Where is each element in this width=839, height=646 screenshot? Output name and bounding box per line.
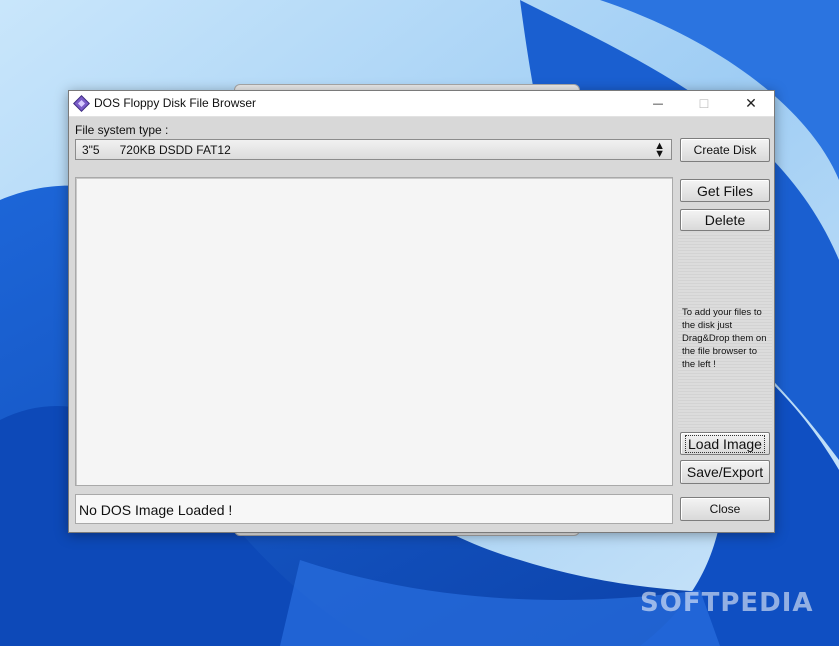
save-export-button[interactable]: Save/Export (680, 460, 770, 484)
window-title: DOS Floppy Disk File Browser (94, 96, 257, 110)
title-bar[interactable]: DOS Floppy Disk File Browser — ☐ ✕ (69, 91, 774, 117)
load-image-label: Load Image (685, 434, 765, 453)
load-image-button[interactable]: Load Image (680, 432, 770, 455)
maximize-icon: ☐ (698, 96, 710, 111)
client-area: File system type : 3"5 720KB DSDD FAT12 … (69, 117, 774, 532)
filesystem-selected-value: 3"5 720KB DSDD FAT12 (82, 143, 231, 157)
floppy-diamond-icon (73, 95, 90, 112)
filesystem-type-select[interactable]: 3"5 720KB DSDD FAT12 ▲ ▼ (75, 139, 672, 160)
minimize-icon: — (652, 97, 664, 110)
softpedia-watermark: SOFTPEDIA (640, 588, 814, 618)
get-files-button[interactable]: Get Files (680, 179, 770, 202)
filesystem-type-label: File system type : (75, 123, 169, 137)
updown-arrow-icon: ▲ ▼ (654, 140, 665, 160)
delete-button[interactable]: Delete (680, 209, 770, 231)
app-window: DOS Floppy Disk File Browser — ☐ ✕ File … (68, 90, 775, 533)
drag-drop-hint: To add your files to the disk just Drag&… (682, 307, 767, 370)
close-button[interactable]: Close (680, 497, 770, 521)
minimize-button[interactable]: — (635, 91, 681, 116)
maximize-button: ☐ (681, 91, 727, 116)
status-bar: No DOS Image Loaded ! (75, 494, 673, 524)
create-disk-button[interactable]: Create Disk (680, 138, 770, 162)
close-icon: ✕ (745, 95, 757, 112)
close-window-button[interactable]: ✕ (728, 91, 774, 116)
file-browser-list[interactable] (75, 177, 673, 486)
status-text: No DOS Image Loaded ! (79, 502, 233, 518)
